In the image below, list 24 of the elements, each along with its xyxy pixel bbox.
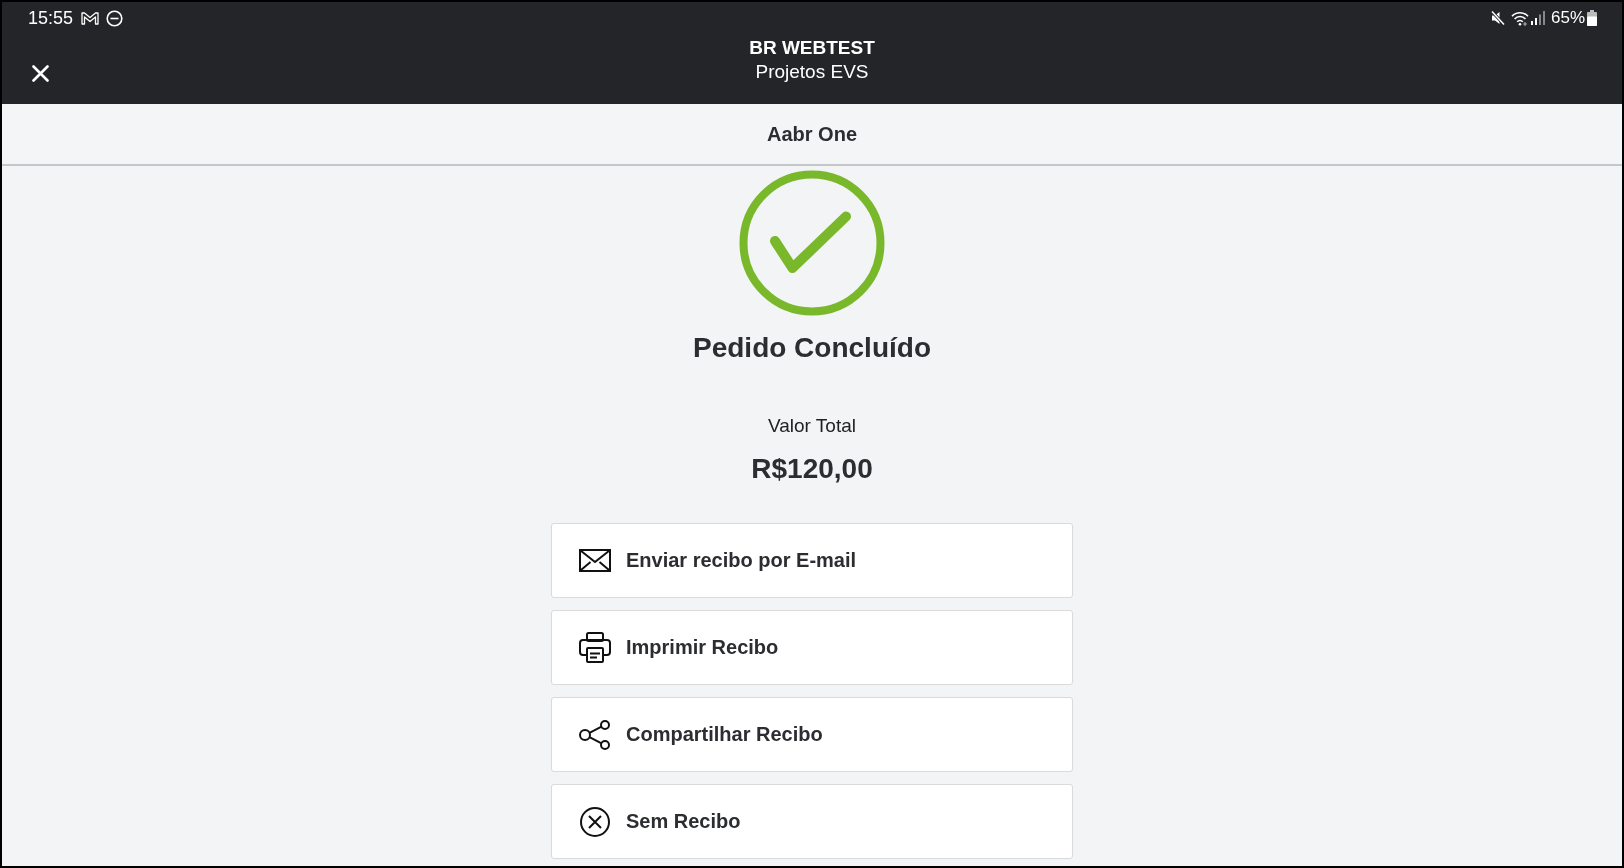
receipt-option-button[interactable]: Sem Recibo <box>551 784 1073 859</box>
envelope-icon <box>579 549 611 572</box>
signal-bars-icon <box>1530 11 1545 25</box>
wifi-icon <box>1510 10 1529 26</box>
receipt-option-button[interactable]: Imprimir Recibo <box>551 610 1073 685</box>
app-subtitle: Projetos EVS <box>755 60 869 84</box>
order-status-title: Pedido Concluído <box>693 331 931 365</box>
total-amount: R$120,00 <box>751 452 873 486</box>
muted-speaker-icon <box>1490 10 1505 26</box>
close-icon <box>31 64 49 82</box>
receipt-option-button[interactable]: Enviar recibo por E-mail <box>551 523 1073 598</box>
m-letter-icon <box>81 11 100 25</box>
circle-x-icon <box>580 806 610 837</box>
app-title: BR WEBTEST <box>749 36 875 60</box>
minus-circle-icon <box>106 9 124 27</box>
receipt-option-button[interactable]: Compartilhar Recibo <box>551 697 1073 772</box>
check-circle-icon <box>739 170 885 316</box>
total-label: Valor Total <box>768 414 856 438</box>
battery-icon <box>1587 10 1597 26</box>
battery-percent: 65% <box>1550 8 1585 28</box>
printer-icon <box>579 632 611 663</box>
customer-name: Aabr One <box>767 122 857 147</box>
status-time: 15:55 <box>28 8 74 28</box>
share-icon <box>579 719 611 750</box>
